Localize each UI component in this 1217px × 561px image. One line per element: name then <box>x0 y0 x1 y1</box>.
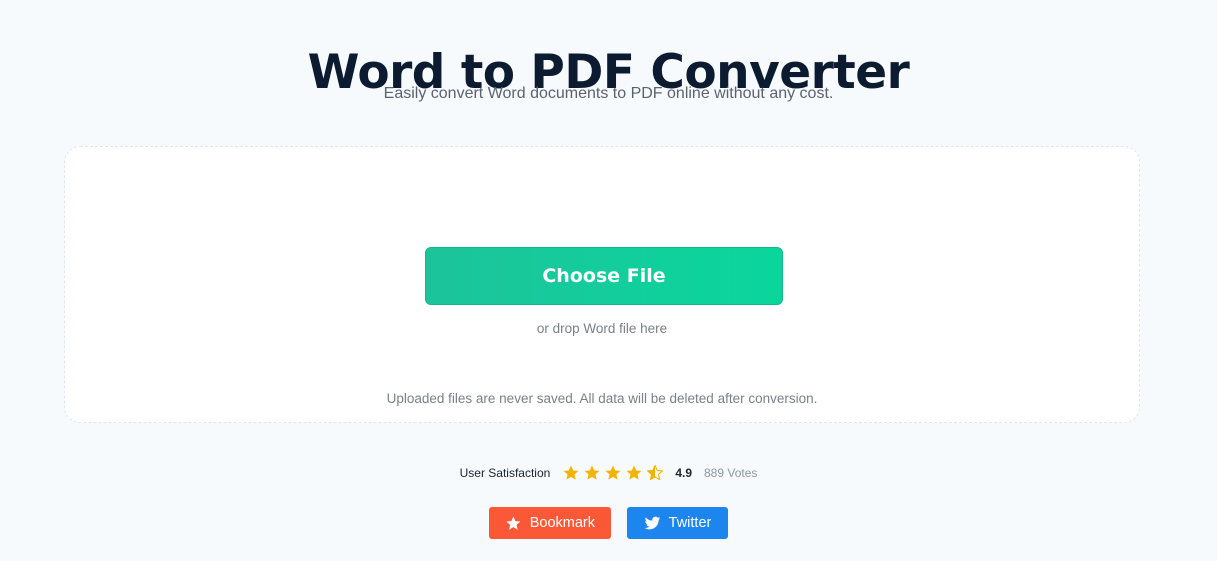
rating-label: User Satisfaction <box>459 466 551 480</box>
star-half-icon[interactable] <box>646 464 664 482</box>
star-icon <box>506 516 521 530</box>
drop-hint-text: or drop Word file here <box>536 321 668 336</box>
share-actions: Bookmark Twitter <box>0 507 1217 539</box>
file-drop-zone[interactable]: Choose File or drop Word file here Uploa… <box>64 146 1140 423</box>
star-icon[interactable] <box>562 464 580 482</box>
choose-file-button[interactable]: Choose File <box>425 247 783 305</box>
star-icon[interactable] <box>604 464 622 482</box>
user-satisfaction-rating: User Satisfaction 4.9 889 Votes <box>0 463 1217 483</box>
star-icon[interactable] <box>583 464 601 482</box>
star-icon[interactable] <box>625 464 643 482</box>
twitter-label: Twitter <box>668 515 712 531</box>
bookmark-button[interactable]: Bookmark <box>489 507 611 539</box>
twitter-button[interactable]: Twitter <box>627 507 728 539</box>
rating-stars[interactable] <box>562 464 664 482</box>
rating-votes: 889 Votes <box>704 466 758 480</box>
twitter-bird-icon <box>644 516 660 529</box>
rating-score: 4.9 <box>675 466 692 480</box>
page-subtitle: Easily convert Word documents to PDF onl… <box>383 85 834 102</box>
privacy-note: Uploaded files are never saved. All data… <box>386 391 818 406</box>
bookmark-label: Bookmark <box>529 515 595 531</box>
